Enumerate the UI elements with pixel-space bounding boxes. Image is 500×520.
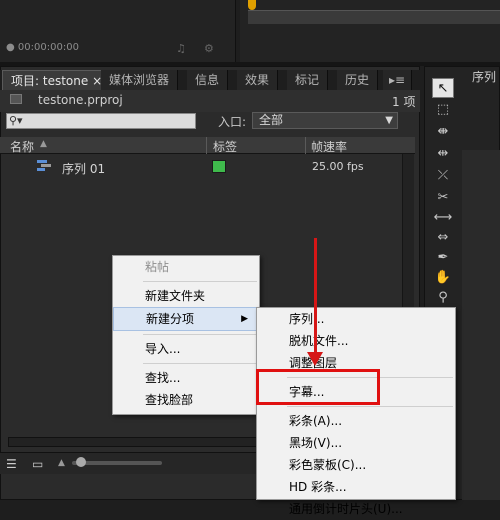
- tab-label: 效果: [245, 73, 270, 87]
- menu-item-find-faces[interactable]: 查找脸部: [113, 389, 259, 411]
- chevron-down-icon: ▼: [385, 115, 393, 126]
- tab-sequence[interactable]: 序列: [472, 68, 496, 85]
- tab-label: 信息: [195, 73, 220, 87]
- menu-item-import[interactable]: 导入...: [113, 338, 259, 360]
- project-filename: testone.prproj: [38, 93, 123, 107]
- zoom-out-icon[interactable]: ▲: [58, 458, 65, 468]
- menu-separator: [143, 363, 257, 364]
- settings-icon[interactable]: ⚙: [204, 42, 214, 55]
- search-input[interactable]: ⚲▾: [6, 113, 196, 129]
- tab-project-label: 项目: testone: [11, 74, 89, 88]
- sort-asc-icon[interactable]: ▲: [40, 139, 47, 149]
- menu-item-paste: 粘帖: [145, 260, 170, 274]
- audio-icon[interactable]: ♫: [176, 42, 186, 55]
- tab-label: ▸≡: [389, 73, 406, 87]
- chevron-right-icon: ▶: [241, 314, 248, 324]
- column-label[interactable]: 标签: [213, 138, 237, 155]
- selection-tool-icon[interactable]: ↖: [432, 78, 454, 98]
- item-framerate: 25.00 fps: [312, 160, 364, 173]
- pen-icon[interactable]: ✒: [432, 248, 454, 268]
- annotation-arrowhead: [307, 352, 323, 366]
- tab-project[interactable]: 项目: testone ×: [2, 70, 112, 90]
- playback-dot-icon[interactable]: ●: [6, 42, 15, 53]
- playhead[interactable]: [248, 0, 256, 10]
- annotation-highlight-box: [256, 369, 380, 405]
- menu-item-label: 新建分项: [146, 312, 195, 326]
- item-name: 序列 01: [62, 162, 106, 176]
- menu-item-new-folder[interactable]: 新建文件夹: [113, 285, 259, 307]
- slip-icon[interactable]: ⟷: [432, 208, 454, 228]
- thumbnail-icon: [10, 94, 22, 104]
- in-point-value: 全部: [259, 113, 284, 127]
- submenu-item-color-matte[interactable]: 彩色蒙板(C)...: [257, 454, 455, 476]
- sequence-panel: [462, 150, 500, 500]
- zoom-icon[interactable]: ⚲: [432, 288, 454, 308]
- submenu-item-offline-file[interactable]: 脱机文件...: [257, 330, 455, 352]
- submenu-item-countdown[interactable]: 通用倒计时片头(U)...: [257, 498, 455, 520]
- column-divider[interactable]: [305, 137, 306, 154]
- tab-info[interactable]: 信息: [187, 70, 229, 90]
- item-count: 1 项: [392, 95, 416, 109]
- sequence-icon: [36, 159, 52, 173]
- menu-separator: [143, 281, 257, 282]
- tab-label: 标记: [295, 73, 320, 87]
- tab-label: 媒体浏览器: [109, 73, 170, 87]
- hand-icon[interactable]: ✋: [432, 268, 454, 288]
- submenu-item-sequence[interactable]: 序列...: [257, 308, 455, 330]
- rate-stretch-icon[interactable]: ⤫: [432, 166, 454, 186]
- slide-icon[interactable]: ⇔: [432, 228, 454, 248]
- zoom-slider-thumb[interactable]: [76, 457, 86, 467]
- timecode-display: ● 00:00:00:00: [6, 42, 79, 53]
- menu-item-find[interactable]: 查找...: [113, 367, 259, 389]
- tab-history[interactable]: 历史: [337, 70, 379, 90]
- icon-view-icon[interactable]: ▭: [32, 457, 43, 471]
- monitor-timeline[interactable]: [248, 10, 500, 24]
- track-select-icon[interactable]: ⬚: [432, 100, 454, 120]
- column-header-row: [0, 137, 415, 154]
- menu-separator: [287, 406, 453, 407]
- ripple-edit-icon[interactable]: ⇼: [432, 122, 454, 142]
- razor-icon[interactable]: ✂: [432, 188, 454, 208]
- menu-item-new-item[interactable]: 新建分项 ▶: [113, 307, 259, 331]
- submenu-item-black-video[interactable]: 黑场(V)...: [257, 432, 455, 454]
- in-point-label: 入口:: [218, 115, 247, 129]
- in-point-dropdown[interactable]: 全部 ▼: [252, 112, 398, 129]
- submenu-item-hd-bars[interactable]: HD 彩条...: [257, 476, 455, 498]
- panel-menu-icon[interactable]: ▸≡: [383, 70, 413, 90]
- menu-separator: [143, 334, 257, 335]
- column-divider[interactable]: [206, 137, 207, 154]
- tab-label: 历史: [345, 73, 370, 87]
- list-view-icon[interactable]: ☰: [6, 457, 17, 471]
- search-icon: ⚲▾: [9, 114, 23, 127]
- rolling-edit-icon[interactable]: ⇹: [432, 144, 454, 164]
- column-name[interactable]: 名称: [10, 138, 34, 155]
- column-framerate[interactable]: 帧速率: [311, 138, 347, 155]
- submenu-item-bars-tone[interactable]: 彩条(A)...: [257, 410, 455, 432]
- tab-markers[interactable]: 标记: [287, 70, 329, 90]
- tab-media-browser[interactable]: 媒体浏览器: [101, 70, 179, 90]
- timecode-value: 00:00:00:00: [17, 42, 79, 53]
- annotation-arrow: [314, 238, 317, 358]
- tab-effects[interactable]: 效果: [237, 70, 279, 90]
- context-menu: 粘帖 新建文件夹 新建分项 ▶ 导入... 查找... 查找脸部: [112, 255, 260, 415]
- label-color-swatch[interactable]: [212, 160, 226, 173]
